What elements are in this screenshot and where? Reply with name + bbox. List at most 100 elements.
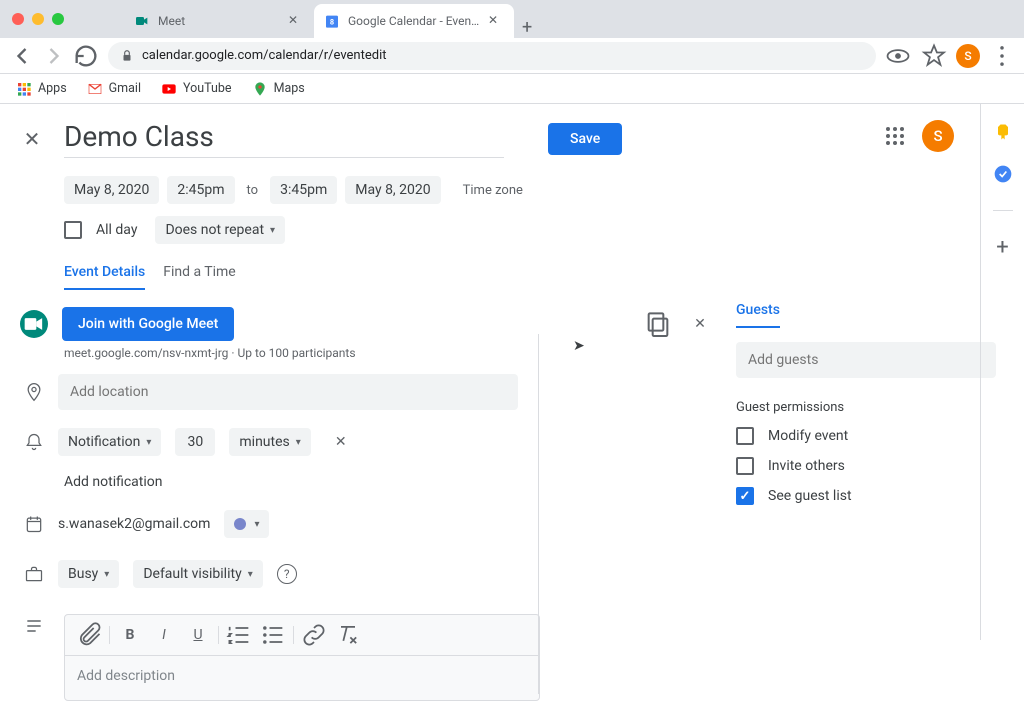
keep-icon[interactable] — [993, 122, 1013, 142]
bookmark-apps[interactable]: Apps — [8, 77, 75, 101]
add-notification-link[interactable]: Add notification — [64, 474, 724, 490]
busy-dropdown[interactable]: Busy — [58, 560, 119, 588]
tab-event-details[interactable]: Event Details — [64, 264, 145, 290]
meet-icon — [20, 310, 48, 338]
organizer-email: s.wanasek2@gmail.com — [58, 516, 210, 532]
invite-others-label: Invite others — [768, 458, 845, 474]
notification-type-dropdown[interactable]: Notification — [58, 428, 161, 456]
notification-value[interactable]: 30 — [175, 428, 215, 456]
bookmark-maps[interactable]: Maps — [244, 77, 313, 101]
clear-format-icon[interactable] — [334, 621, 362, 649]
guest-permissions-title: Guest permissions — [736, 400, 1012, 415]
see-guest-list-checkbox[interactable] — [736, 487, 754, 505]
maps-icon — [252, 81, 268, 97]
url-text: calendar.google.com/calendar/r/eventedit — [142, 48, 387, 63]
description-placeholder[interactable]: Add description — [65, 656, 539, 700]
attach-icon[interactable] — [75, 621, 103, 649]
bold-icon[interactable]: B — [116, 621, 144, 649]
apps-icon — [16, 81, 32, 97]
window-maximize[interactable] — [52, 13, 64, 25]
back-button[interactable] — [8, 42, 36, 70]
visibility-dropdown[interactable]: Default visibility — [133, 560, 262, 588]
tasks-icon[interactable] — [993, 164, 1013, 184]
see-guest-list-label: See guest list — [768, 488, 852, 504]
window-minimize[interactable] — [32, 13, 44, 25]
help-icon[interactable]: ? — [277, 564, 297, 584]
gmail-icon — [87, 81, 103, 97]
notification-unit-dropdown[interactable]: minutes — [229, 428, 310, 456]
close-icon[interactable]: ✕ — [488, 13, 504, 29]
google-apps-icon[interactable] — [886, 127, 904, 145]
eye-icon[interactable] — [884, 42, 912, 70]
allday-label: All day — [96, 222, 137, 238]
invite-others-checkbox[interactable] — [736, 457, 754, 475]
side-panel: + — [980, 104, 1024, 640]
browser-toolbar: calendar.google.com/calendar/r/eventedit… — [0, 38, 1024, 74]
end-date[interactable]: May 8, 2020 — [345, 176, 440, 204]
remove-meet-icon[interactable]: ✕ — [684, 308, 716, 340]
copy-icon[interactable] — [642, 308, 674, 340]
repeat-dropdown[interactable]: Does not repeat — [155, 216, 285, 244]
window-close[interactable] — [12, 13, 24, 25]
youtube-icon — [161, 81, 177, 97]
close-icon[interactable]: ✕ — [288, 13, 304, 29]
divider — [993, 210, 1013, 211]
location-input[interactable] — [58, 374, 518, 410]
reload-button[interactable] — [72, 42, 100, 70]
address-bar[interactable]: calendar.google.com/calendar/r/eventedit — [108, 42, 876, 70]
calendar-icon: 8 — [324, 13, 340, 29]
window-controls — [12, 13, 64, 25]
allday-checkbox[interactable] — [64, 221, 82, 239]
close-icon[interactable]: ✕ — [20, 127, 44, 151]
numbered-list-icon[interactable] — [225, 621, 253, 649]
color-selector[interactable] — [224, 510, 269, 538]
bookmark-youtube[interactable]: YouTube — [153, 77, 240, 101]
underline-icon[interactable]: U — [184, 621, 212, 649]
tab-guests[interactable]: Guests — [736, 302, 780, 328]
event-title-input[interactable] — [64, 120, 504, 158]
tab-title: Meet — [158, 14, 280, 28]
start-date[interactable]: May 8, 2020 — [64, 176, 159, 204]
remove-notification-icon[interactable]: ✕ — [325, 426, 357, 458]
event-tabs: Event Details Find a Time — [64, 264, 724, 290]
guests-panel: Guests Guest permissions Modify event In… — [724, 162, 1024, 640]
browser-tab-meet[interactable]: Meet ✕ — [124, 4, 314, 38]
link-icon[interactable] — [300, 621, 328, 649]
to-label: to — [247, 183, 259, 198]
star-icon[interactable] — [920, 42, 948, 70]
browser-tab-calendar[interactable]: 8 Google Calendar - Event detail ✕ — [314, 4, 514, 38]
account-avatar[interactable]: S — [922, 120, 954, 152]
add-guests-input[interactable] — [736, 342, 996, 378]
browser-tabs: Meet ✕ 8 Google Calendar - Event detail … — [124, 0, 532, 38]
menu-icon[interactable] — [988, 42, 1016, 70]
description-editor[interactable]: B I U Add description — [64, 614, 540, 701]
add-addon-icon[interactable]: + — [993, 237, 1013, 257]
save-button[interactable]: Save — [548, 123, 622, 155]
forward-button[interactable] — [40, 42, 68, 70]
description-icon — [24, 616, 44, 636]
tab-find-a-time[interactable]: Find a Time — [163, 264, 236, 290]
profile-avatar[interactable]: S — [956, 44, 980, 68]
calendar-event-editor: ✕ Save May 8, 2020 2:45pm to 3:45pm May … — [0, 104, 1024, 640]
modify-event-label: Modify event — [768, 428, 848, 444]
svg-text:8: 8 — [330, 17, 334, 26]
vertical-divider — [538, 334, 539, 694]
lock-icon — [120, 49, 134, 63]
color-dot — [234, 518, 246, 530]
calendar-icon — [24, 514, 44, 534]
briefcase-icon — [24, 564, 44, 584]
timezone-link[interactable]: Time zone — [463, 183, 523, 198]
meet-link-info: meet.google.com/nsv-nxmt-jrg · Up to 100… — [64, 346, 724, 360]
modify-event-checkbox[interactable] — [736, 427, 754, 445]
join-meet-button[interactable]: Join with Google Meet — [62, 307, 234, 341]
italic-icon[interactable]: I — [150, 621, 178, 649]
start-time[interactable]: 2:45pm — [167, 176, 234, 204]
location-icon — [24, 382, 44, 402]
tab-title: Google Calendar - Event detail — [348, 14, 480, 28]
bullet-list-icon[interactable] — [259, 621, 287, 649]
end-time[interactable]: 3:45pm — [270, 176, 337, 204]
meet-icon — [134, 13, 150, 29]
bookmark-gmail[interactable]: Gmail — [79, 77, 149, 101]
browser-tab-strip: Meet ✕ 8 Google Calendar - Event detail … — [0, 0, 1024, 38]
new-tab-button[interactable]: + — [522, 17, 532, 38]
